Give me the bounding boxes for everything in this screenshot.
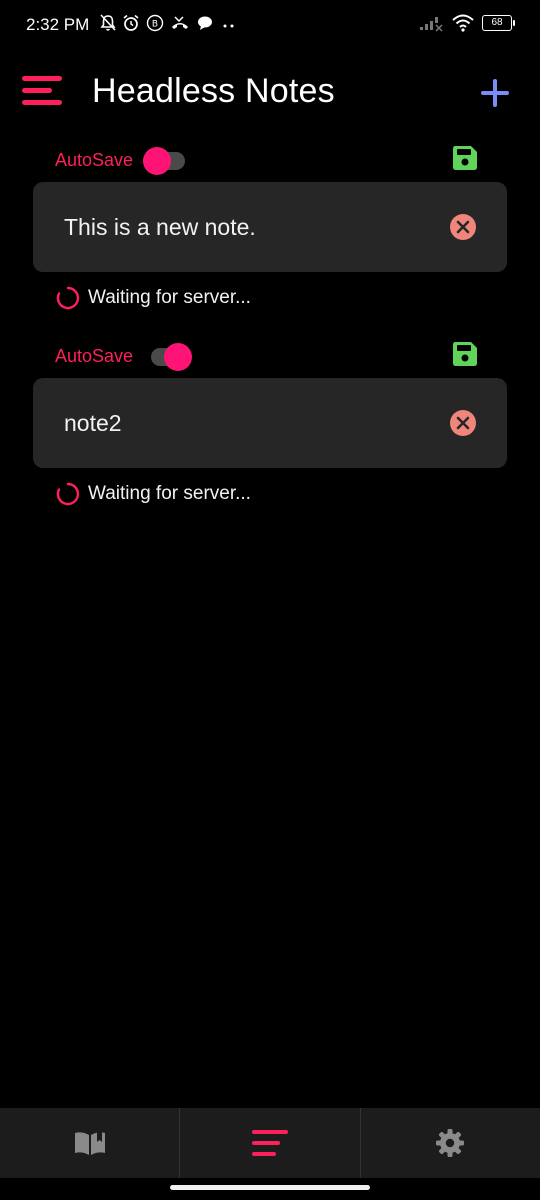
list-lines-icon — [251, 1130, 288, 1156]
note-card[interactable]: note2 — [33, 378, 507, 468]
nav-item-settings[interactable] — [359, 1108, 540, 1178]
battery-icon: 68 — [482, 15, 515, 31]
save-button[interactable] — [452, 145, 478, 171]
wifi-icon — [452, 14, 474, 32]
menu-button[interactable] — [22, 76, 64, 106]
nav-item-library[interactable] — [0, 1108, 179, 1178]
autosave-row: AutoSave — [55, 142, 191, 178]
status-time: 2:32 PM — [26, 15, 90, 34]
autosave-row: AutoSave — [55, 338, 193, 374]
home-indicator[interactable] — [170, 1185, 370, 1190]
status-icons-left: B — [100, 14, 238, 32]
autosave-toggle[interactable] — [143, 147, 191, 175]
gear-icon — [436, 1129, 465, 1157]
toggle-thumb — [143, 147, 172, 175]
plus-icon — [481, 79, 509, 107]
page-title: Headless Notes — [92, 72, 335, 110]
delete-note-button[interactable] — [449, 213, 477, 241]
loading-spinner-icon — [56, 482, 80, 506]
close-circle-icon — [450, 214, 476, 240]
status-icons-right: 68 — [418, 14, 515, 32]
autosave-label: AutoSave — [55, 149, 134, 170]
signal-icon — [420, 17, 443, 32]
close-circle-icon — [450, 410, 476, 436]
note-text[interactable]: This is a new note. — [64, 214, 256, 241]
nav-item-notes[interactable] — [179, 1108, 359, 1178]
note-card[interactable]: This is a new note. — [33, 182, 507, 272]
battery-level: 68 — [491, 17, 503, 28]
sync-status: Waiting for server... — [56, 286, 251, 310]
mute-bell-icon — [100, 14, 116, 31]
bottom-nav — [0, 1108, 540, 1178]
autosave-toggle[interactable] — [147, 343, 193, 371]
add-note-button[interactable] — [478, 76, 512, 110]
save-button[interactable] — [452, 341, 478, 367]
b-badge-icon: B — [146, 14, 164, 32]
autosave-label: AutoSave — [55, 345, 134, 366]
status-text: Waiting for server... — [88, 483, 251, 504]
loading-spinner-icon — [56, 286, 80, 310]
floppy-disk-icon — [453, 146, 477, 170]
book-icon — [74, 1131, 105, 1155]
app-bar: Headless Notes — [0, 60, 540, 124]
status-bar: 2:32 PM B 68 — [0, 0, 540, 52]
alarm-icon — [123, 14, 139, 31]
floppy-disk-icon — [453, 342, 477, 366]
chat-bubble-icon — [198, 16, 212, 30]
delete-note-button[interactable] — [449, 409, 477, 437]
note-text[interactable]: note2 — [64, 410, 122, 437]
toggle-thumb — [164, 343, 193, 371]
missed-call-icon — [172, 16, 188, 29]
status-text: Waiting for server... — [88, 287, 251, 308]
svg-text:B: B — [152, 20, 158, 30]
sync-status: Waiting for server... — [56, 482, 251, 506]
more-dots-icon — [223, 24, 234, 28]
menu-lines-icon — [22, 76, 62, 105]
